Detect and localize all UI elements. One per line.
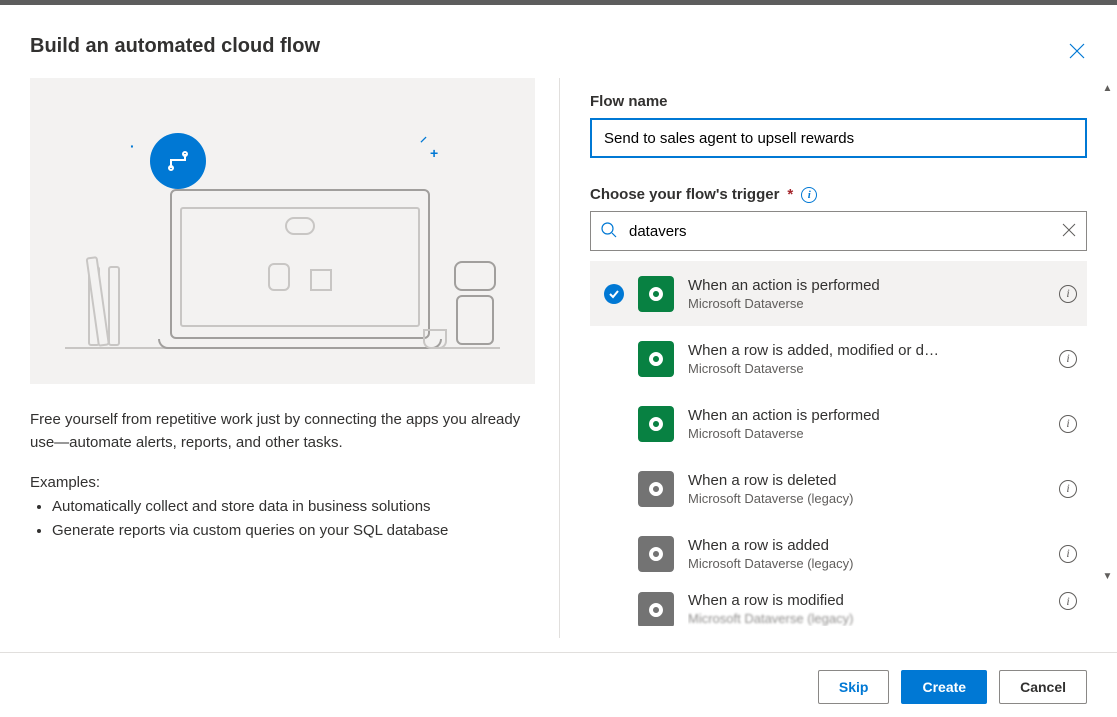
connector-icon xyxy=(638,341,674,377)
trigger-info-icon[interactable]: i xyxy=(1059,350,1077,368)
connector-icon xyxy=(638,536,674,572)
flow-badge-icon xyxy=(150,133,206,189)
clear-search-icon[interactable] xyxy=(1061,222,1077,241)
trigger-info-icon[interactable]: i xyxy=(1059,592,1077,610)
trigger-item[interactable]: When an action is performed Microsoft Da… xyxy=(590,261,1087,326)
skip-button[interactable]: Skip xyxy=(818,670,890,704)
trigger-connector: Microsoft Dataverse xyxy=(688,426,1045,441)
description-text: Free yourself from repetitive work just … xyxy=(30,409,529,454)
trigger-item[interactable]: When a row is added, modified or d… Micr… xyxy=(590,326,1087,391)
trigger-item[interactable]: When a row is deleted Microsoft Datavers… xyxy=(590,456,1087,521)
trigger-info-icon[interactable]: i xyxy=(1059,480,1077,498)
trigger-info-icon[interactable]: i xyxy=(1059,545,1077,563)
cancel-button[interactable]: Cancel xyxy=(999,670,1087,704)
trigger-title: When a row is modified xyxy=(688,592,1045,609)
flow-name-label-text: Flow name xyxy=(590,93,668,110)
connector-icon xyxy=(638,592,674,626)
connector-icon xyxy=(638,406,674,442)
trigger-info-icon[interactable]: i xyxy=(1059,285,1077,303)
trigger-connector: Microsoft Dataverse (legacy) xyxy=(688,611,1045,626)
dialog-footer: Skip Create Cancel xyxy=(0,657,1117,717)
info-icon[interactable]: i xyxy=(801,187,817,203)
trigger-connector: Microsoft Dataverse (legacy) xyxy=(688,491,1045,506)
scroll-up-icon: ▲ xyxy=(1103,83,1113,94)
flow-name-input[interactable] xyxy=(590,118,1087,158)
example-item: Automatically collect and store data in … xyxy=(52,495,529,519)
trigger-title: When a row is added xyxy=(688,537,1045,554)
trigger-title: When an action is performed xyxy=(688,277,1045,294)
trigger-search-input[interactable] xyxy=(590,211,1087,251)
scrollbar[interactable]: ▲ ▼ xyxy=(1100,83,1115,582)
example-item: Generate reports via custom queries on y… xyxy=(52,519,529,543)
trigger-item[interactable]: When a row is modified Microsoft Dataver… xyxy=(590,586,1087,626)
trigger-info-icon[interactable]: i xyxy=(1059,415,1077,433)
trigger-item[interactable]: When an action is performed Microsoft Da… xyxy=(590,391,1087,456)
trigger-item[interactable]: When a row is added Microsoft Dataverse … xyxy=(590,521,1087,586)
examples-list: Automatically collect and store data in … xyxy=(30,495,529,543)
dialog-body: Build an automated cloud flow xyxy=(0,5,1117,653)
trigger-connector: Microsoft Dataverse (legacy) xyxy=(688,556,1045,571)
dialog-title: Build an automated cloud flow xyxy=(0,5,1117,78)
trigger-label-text: Choose your flow's trigger xyxy=(590,186,779,203)
search-icon xyxy=(600,221,618,242)
left-panel: ·⸍+ Free yourself from repetitive work j… xyxy=(0,78,560,638)
trigger-list: When an action is performed Microsoft Da… xyxy=(590,261,1087,626)
create-button[interactable]: Create xyxy=(901,670,987,704)
trigger-title: When a row is added, modified or d… xyxy=(688,342,1045,359)
examples-heading: Examples: xyxy=(30,474,529,491)
trigger-connector: Microsoft Dataverse xyxy=(688,296,1045,311)
scroll-down-icon: ▼ xyxy=(1103,571,1113,582)
illustration: ·⸍+ xyxy=(30,78,535,384)
connector-icon xyxy=(638,471,674,507)
connector-icon xyxy=(638,276,674,312)
close-button[interactable] xyxy=(1067,41,1087,61)
required-asterisk: * xyxy=(787,186,793,203)
trigger-title: When an action is performed xyxy=(688,407,1045,424)
trigger-title: When a row is deleted xyxy=(688,472,1045,489)
radio-selected-icon xyxy=(604,284,624,304)
trigger-connector: Microsoft Dataverse xyxy=(688,361,1045,376)
trigger-label: Choose your flow's trigger * i xyxy=(590,186,1087,203)
right-panel: Flow name Choose your flow's trigger * i xyxy=(560,78,1117,638)
flow-name-label: Flow name xyxy=(590,93,1087,110)
